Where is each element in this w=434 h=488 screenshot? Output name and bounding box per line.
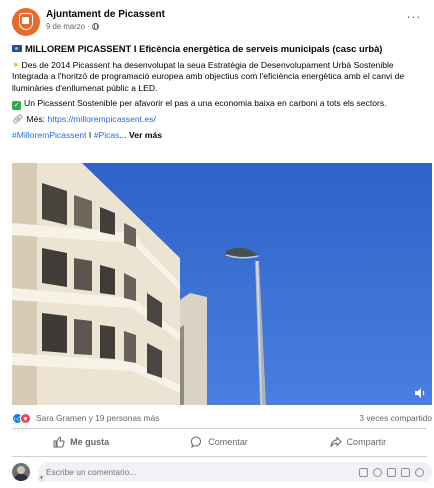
reaction-icons: 👍︎ ♥ bbox=[12, 412, 32, 424]
comment-bubble-icon bbox=[191, 436, 203, 448]
like-label: Me gusta bbox=[70, 437, 110, 447]
share-arrow-icon bbox=[330, 436, 342, 448]
reactions-bar: 👍︎ ♥ Sara Gramen y 19 personas más 3 vec… bbox=[12, 410, 432, 426]
post-paragraph-2: ✓ Un Picassent Sostenible per afavorir el… bbox=[12, 98, 427, 110]
share-button[interactable]: Compartir bbox=[289, 431, 427, 453]
more-label: Més: bbox=[26, 114, 48, 124]
sun-icon: ✶ bbox=[12, 59, 20, 70]
eu-flag-icon bbox=[12, 45, 22, 52]
reactions-count[interactable]: Sara Gramen y 19 personas más bbox=[36, 413, 159, 423]
post-title-line: MILLOREM PICASSENT I Eficència energètic… bbox=[12, 43, 427, 55]
hashtag-separator: I bbox=[86, 129, 94, 140]
reactions-summary[interactable]: 👍︎ ♥ Sara Gramen y 19 personas más bbox=[12, 412, 159, 424]
emoji-icon[interactable] bbox=[373, 467, 382, 477]
post-paragraph-1: ✶ Des de 2014 Picassent ha desenvolupat l… bbox=[12, 60, 427, 95]
header-text: Ajuntament de Picassent 9 de marzo · bbox=[46, 8, 165, 32]
post-link-line: 🔗︎ Més: https://millorempicassent.es/ bbox=[12, 114, 427, 126]
comment-label: Comentar bbox=[208, 437, 248, 447]
globe-icon bbox=[91, 23, 99, 30]
shares-count[interactable]: 3 veces compartido bbox=[359, 413, 432, 423]
see-more-link[interactable]: Ver más bbox=[129, 130, 162, 140]
meta-separator: · bbox=[87, 22, 90, 31]
post-title: MILLOREM PICASSENT I Eficència energètic… bbox=[25, 43, 383, 54]
comment-tools bbox=[359, 467, 424, 477]
hashtag-milloreempicassent[interactable]: #MilloremPicassent bbox=[12, 130, 87, 140]
ellipsis: ... bbox=[119, 129, 127, 140]
comment-composer: ▾ bbox=[12, 461, 432, 483]
like-button[interactable]: Me gusta bbox=[12, 431, 150, 453]
user-avatar[interactable] bbox=[12, 463, 30, 481]
more-options-icon[interactable]: ··· bbox=[407, 10, 422, 23]
sticker-icon[interactable] bbox=[359, 467, 368, 477]
seal-icon bbox=[19, 13, 33, 30]
share-label: Compartir bbox=[346, 437, 387, 447]
chevron-down-icon[interactable]: ▾ bbox=[38, 475, 45, 482]
divider-bottom bbox=[12, 456, 427, 457]
page-avatar[interactable] bbox=[12, 8, 40, 36]
post-hashtags: #MilloremPicassent I #Picas... Ver más bbox=[12, 130, 427, 142]
love-reaction-icon: ♥ bbox=[20, 412, 31, 424]
gif-icon[interactable] bbox=[401, 467, 410, 477]
facebook-post: Ajuntament de Picassent 9 de marzo · ···… bbox=[0, 0, 434, 488]
post-date[interactable]: 9 de marzo bbox=[46, 21, 85, 32]
website-link[interactable]: https://millorempicassent.es/ bbox=[47, 114, 155, 124]
divider-top bbox=[12, 428, 427, 429]
comment-button[interactable]: Comentar bbox=[150, 431, 288, 453]
thumbs-up-icon bbox=[53, 436, 65, 448]
post-actions: Me gusta Comentar Compartir bbox=[12, 431, 427, 453]
post-meta: 9 de marzo · bbox=[46, 21, 165, 32]
street-lamp-photo bbox=[12, 163, 432, 405]
comment-input[interactable] bbox=[46, 467, 359, 477]
post-body: MILLOREM PICASSENT I Eficència energètic… bbox=[12, 43, 427, 145]
post-header: Ajuntament de Picassent 9 de marzo · ··· bbox=[12, 8, 427, 38]
camera-icon[interactable] bbox=[387, 467, 396, 477]
post-video[interactable] bbox=[12, 163, 432, 405]
avatar-sticker-icon[interactable] bbox=[415, 467, 424, 477]
paragraph-2-text: Un Picassent Sostenible per afavorir el … bbox=[24, 98, 387, 108]
comment-box[interactable] bbox=[38, 462, 432, 482]
paragraph-1-text: Des de 2014 Picassent ha desenvolupat la… bbox=[12, 59, 405, 93]
check-icon: ✓ bbox=[12, 101, 21, 110]
link-icon: 🔗︎ bbox=[12, 114, 24, 124]
hashtag-picas[interactable]: #Picas bbox=[94, 130, 120, 140]
page-name[interactable]: Ajuntament de Picassent bbox=[46, 8, 165, 21]
volume-icon[interactable] bbox=[412, 385, 428, 401]
